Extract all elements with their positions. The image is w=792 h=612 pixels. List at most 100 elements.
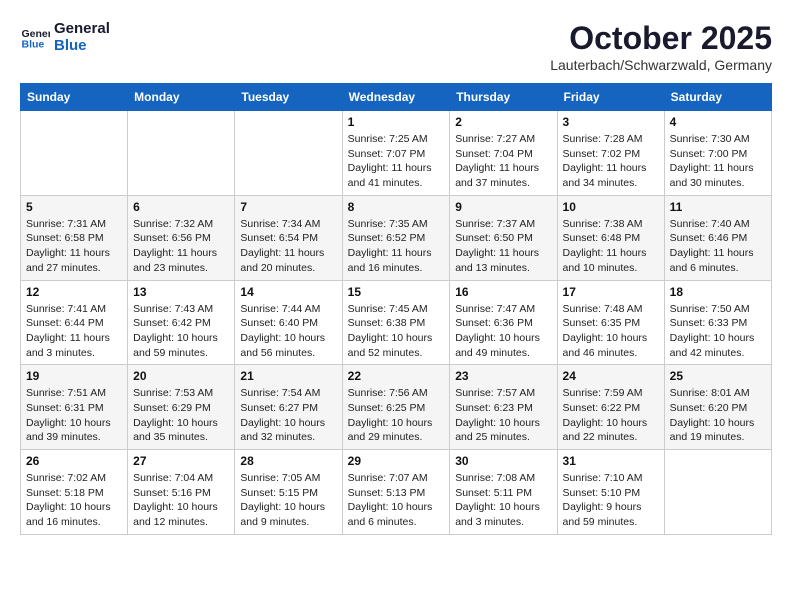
calendar-cell: 20 Sunrise: 7:53 AM Sunset: 6:29 PM Dayli… [128,365,235,450]
day-number: 4 [670,115,766,129]
day-number: 31 [563,454,659,468]
day-info: Sunrise: 7:28 AM Sunset: 7:02 PM Dayligh… [563,132,659,191]
calendar-cell: 11Sunrise: 7:40 AM Sunset: 6:46 PM Dayli… [664,195,771,280]
logo: General Blue General Blue [20,20,110,54]
day-info: Sunrise: 7:07 AM Sunset: 5:13 PM Dayligh… [348,471,445,530]
day-header-tuesday: Tuesday [235,84,342,111]
day-info: Sunrise: 7:30 AM Sunset: 7:00 PM Dayligh… [670,132,766,191]
day-header-sunday: Sunday [21,84,128,111]
header-row: SundayMondayTuesdayWednesdayThursdayFrid… [21,84,772,111]
day-info: Sunrise: 7:35 AM Sunset: 6:52 PM Dayligh… [348,217,445,276]
calendar-cell: 12Sunrise: 7:41 AM Sunset: 6:44 PM Dayli… [21,280,128,365]
day-number: 9 [455,200,551,214]
day-number: 1 [348,115,445,129]
calendar-cell: 18 Sunrise: 7:50 AM Sunset: 6:33 PM Dayli… [664,280,771,365]
day-info: Sunrise: 7:08 AM Sunset: 5:11 PM Dayligh… [455,471,551,530]
day-number: 12 [26,285,122,299]
day-info: Sunrise: 7:38 AM Sunset: 6:48 PM Dayligh… [563,217,659,276]
day-number: 8 [348,200,445,214]
day-header-thursday: Thursday [450,84,557,111]
logo-general: General [54,20,110,37]
day-info: Sunrise: 7:37 AM Sunset: 6:50 PM Dayligh… [455,217,551,276]
title-block: October 2025 Lauterbach/Schwarzwald, Ger… [550,20,772,73]
calendar-cell: 30 Sunrise: 7:08 AM Sunset: 5:11 PM Dayli… [450,450,557,535]
calendar-cell: 19Sunrise: 7:51 AM Sunset: 6:31 PM Dayli… [21,365,128,450]
svg-text:Blue: Blue [22,39,45,51]
day-number: 27 [133,454,229,468]
day-info: Sunrise: 7:27 AM Sunset: 7:04 PM Dayligh… [455,132,551,191]
day-info: Sunrise: 7:53 AM Sunset: 6:29 PM Dayligh… [133,386,229,445]
calendar-cell: 1 Sunrise: 7:25 AM Sunset: 7:07 PM Daylig… [342,111,450,196]
day-header-saturday: Saturday [664,84,771,111]
calendar-cell: 17Sunrise: 7:48 AM Sunset: 6:35 PM Dayli… [557,280,664,365]
day-number: 2 [455,115,551,129]
day-info: Sunrise: 7:47 AM Sunset: 6:36 PM Dayligh… [455,302,551,361]
day-info: Sunrise: 7:04 AM Sunset: 5:16 PM Dayligh… [133,471,229,530]
day-number: 24 [563,369,659,383]
day-number: 13 [133,285,229,299]
day-number: 26 [26,454,122,468]
day-info: Sunrise: 7:32 AM Sunset: 6:56 PM Dayligh… [133,217,229,276]
day-header-wednesday: Wednesday [342,84,450,111]
calendar-cell: 14 Sunrise: 7:44 AM Sunset: 6:40 PM Dayli… [235,280,342,365]
day-info: Sunrise: 7:57 AM Sunset: 6:23 PM Dayligh… [455,386,551,445]
day-info: Sunrise: 7:43 AM Sunset: 6:42 PM Dayligh… [133,302,229,361]
day-info: Sunrise: 7:56 AM Sunset: 6:25 PM Dayligh… [348,386,445,445]
logo-blue: Blue [54,37,110,54]
calendar-cell: 13 Sunrise: 7:43 AM Sunset: 6:42 PM Dayli… [128,280,235,365]
week-row-4: 19Sunrise: 7:51 AM Sunset: 6:31 PM Dayli… [21,365,772,450]
day-info: Sunrise: 7:31 AM Sunset: 6:58 PM Dayligh… [26,217,122,276]
logo-icon: General Blue [20,22,50,52]
day-info: Sunrise: 7:45 AM Sunset: 6:38 PM Dayligh… [348,302,445,361]
calendar-cell: 5 Sunrise: 7:31 AM Sunset: 6:58 PM Daylig… [21,195,128,280]
day-number: 25 [670,369,766,383]
day-info: Sunrise: 8:01 AM Sunset: 6:20 PM Dayligh… [670,386,766,445]
calendar-cell [21,111,128,196]
calendar-cell: 29Sunrise: 7:07 AM Sunset: 5:13 PM Dayli… [342,450,450,535]
week-row-5: 26 Sunrise: 7:02 AM Sunset: 5:18 PM Dayli… [21,450,772,535]
calendar-cell: 16Sunrise: 7:47 AM Sunset: 6:36 PM Dayli… [450,280,557,365]
calendar-cell: 22Sunrise: 7:56 AM Sunset: 6:25 PM Dayli… [342,365,450,450]
day-info: Sunrise: 7:59 AM Sunset: 6:22 PM Dayligh… [563,386,659,445]
day-number: 21 [240,369,336,383]
calendar-cell: 8 Sunrise: 7:35 AM Sunset: 6:52 PM Daylig… [342,195,450,280]
calendar-cell: 25 Sunrise: 8:01 AM Sunset: 6:20 PM Dayli… [664,365,771,450]
day-number: 20 [133,369,229,383]
day-number: 14 [240,285,336,299]
day-number: 11 [670,200,766,214]
day-number: 6 [133,200,229,214]
day-info: Sunrise: 7:51 AM Sunset: 6:31 PM Dayligh… [26,386,122,445]
day-number: 18 [670,285,766,299]
day-number: 10 [563,200,659,214]
calendar-cell: 31 Sunrise: 7:10 AM Sunset: 5:10 PM Dayli… [557,450,664,535]
day-number: 5 [26,200,122,214]
calendar-cell: 6 Sunrise: 7:32 AM Sunset: 6:56 PM Daylig… [128,195,235,280]
day-info: Sunrise: 7:50 AM Sunset: 6:33 PM Dayligh… [670,302,766,361]
day-number: 28 [240,454,336,468]
calendar-table: SundayMondayTuesdayWednesdayThursdayFrid… [20,83,772,535]
page-header: General Blue General Blue October 2025 L… [20,20,772,73]
day-header-monday: Monday [128,84,235,111]
calendar-cell: 9 Sunrise: 7:37 AM Sunset: 6:50 PM Daylig… [450,195,557,280]
week-row-2: 5 Sunrise: 7:31 AM Sunset: 6:58 PM Daylig… [21,195,772,280]
day-info: Sunrise: 7:44 AM Sunset: 6:40 PM Dayligh… [240,302,336,361]
calendar-cell [664,450,771,535]
calendar-cell: 26 Sunrise: 7:02 AM Sunset: 5:18 PM Dayli… [21,450,128,535]
calendar-cell: 15 Sunrise: 7:45 AM Sunset: 6:38 PM Dayli… [342,280,450,365]
day-number: 15 [348,285,445,299]
calendar-cell: 7Sunrise: 7:34 AM Sunset: 6:54 PM Daylig… [235,195,342,280]
day-header-friday: Friday [557,84,664,111]
calendar-cell: 27 Sunrise: 7:04 AM Sunset: 5:16 PM Dayli… [128,450,235,535]
day-info: Sunrise: 7:48 AM Sunset: 6:35 PM Dayligh… [563,302,659,361]
month-title: October 2025 [550,20,772,57]
day-info: Sunrise: 7:25 AM Sunset: 7:07 PM Dayligh… [348,132,445,191]
day-info: Sunrise: 7:10 AM Sunset: 5:10 PM Dayligh… [563,471,659,530]
calendar-cell: 4 Sunrise: 7:30 AM Sunset: 7:00 PM Daylig… [664,111,771,196]
day-number: 3 [563,115,659,129]
week-row-1: 1 Sunrise: 7:25 AM Sunset: 7:07 PM Daylig… [21,111,772,196]
day-number: 30 [455,454,551,468]
calendar-cell: 21Sunrise: 7:54 AM Sunset: 6:27 PM Dayli… [235,365,342,450]
day-number: 23 [455,369,551,383]
day-info: Sunrise: 7:02 AM Sunset: 5:18 PM Dayligh… [26,471,122,530]
calendar-cell: 10 Sunrise: 7:38 AM Sunset: 6:48 PM Dayli… [557,195,664,280]
